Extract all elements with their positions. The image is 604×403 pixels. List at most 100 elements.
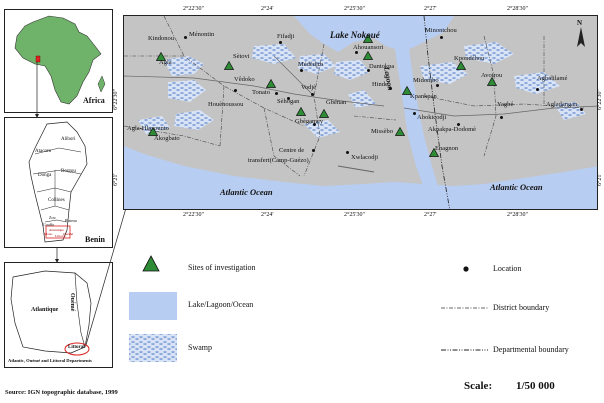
place-label: Kpondéhou	[454, 55, 485, 62]
ocean-label-east: Atlantic Ocean	[490, 182, 543, 192]
dept-atacora: Atacora	[35, 149, 51, 154]
dept-donga: Donga	[38, 173, 52, 178]
location-dot	[535, 87, 539, 91]
place-label: Ménontin	[189, 31, 215, 38]
place-label: Abokicodji	[417, 114, 447, 121]
top-coordinate-label: 2°25'30"	[344, 6, 365, 12]
place-label: Tonato	[252, 89, 270, 96]
place-label: Yagbé	[497, 101, 514, 108]
legend-lake-label: Lake/Lagoon/Ocean	[188, 300, 254, 309]
location-dot	[579, 107, 583, 111]
legend-swamp-label: Swamp	[188, 343, 212, 352]
bottom-coordinate-label: 2°24'	[261, 212, 274, 218]
site-marker	[319, 109, 329, 118]
scale-label: Scale:	[464, 380, 493, 392]
bottom-coordinate-label: 2°22'30"	[183, 212, 204, 218]
legend-district-label: District boundary	[493, 303, 550, 312]
site-marker	[266, 79, 276, 88]
place-label: Gbénan	[326, 99, 347, 106]
legend-site-symbol	[142, 255, 160, 272]
benin-label: Benin	[85, 235, 106, 244]
site-marker	[363, 51, 373, 60]
legend-location-label: Location	[493, 264, 522, 273]
legend-sites-label: Sites of investigation	[188, 263, 256, 272]
place-label: Missèbo	[371, 128, 394, 135]
location-dot	[345, 150, 349, 154]
left-coordinate-label: 6°21'	[113, 173, 119, 186]
dept-alibori: Alibori	[61, 137, 76, 142]
location-dot	[183, 35, 187, 39]
legend: Sites of investigation Lake/Lagoon/Ocean…	[123, 250, 598, 370]
place-label: Fifadji	[277, 33, 295, 40]
dept-collines: Collines	[48, 198, 65, 203]
location-dot	[233, 88, 237, 92]
place-label: Vodjè	[301, 84, 317, 91]
place-label: Minontchou	[425, 27, 457, 34]
place-label: Agla-Hlazounto	[127, 125, 169, 132]
location-dot	[310, 92, 314, 96]
dept-mono: Mono	[44, 232, 53, 236]
inset-littoral-label: Littoral	[68, 345, 85, 350]
place-label: Sètovi	[233, 53, 250, 60]
place-label: Akogbato	[154, 135, 180, 142]
location-dot	[311, 148, 315, 152]
place-label: Enagnon	[435, 145, 459, 152]
benin-inset: Alibori Atacora Borgou Donga Zou Colline…	[4, 117, 113, 248]
inset-oueme-label: Ouémé	[69, 293, 75, 312]
place-label: Agbalilamé	[537, 75, 568, 82]
bottom-coordinate-label: 2°27'	[424, 212, 437, 218]
main-map-frame: Ménontin Kindonou Fifadji Sètovi Agla Ahouans…	[123, 15, 598, 210]
dept-couffo: Couffo	[43, 222, 55, 227]
lake-nokoue-label: Lake Nokoué	[330, 30, 380, 40]
top-coordinate-label: 2°22'30"	[183, 6, 204, 12]
location-dot	[299, 68, 303, 72]
scale-value: 1/50 000	[516, 380, 555, 392]
right-coordinate-label: 6°21'	[597, 173, 603, 186]
legend-departmental-label: Departmental boundary	[493, 345, 569, 354]
location-dot	[274, 91, 278, 95]
top-coordinate-label: 2°27'	[424, 6, 437, 12]
africa-label: Africa	[83, 96, 105, 105]
department-map-shape	[10, 270, 92, 356]
site-marker	[395, 127, 405, 136]
place-label: Centre de	[279, 147, 305, 154]
africa-inset: Africa	[4, 9, 113, 113]
right-coordinate-label: 6°22'30"	[597, 89, 603, 110]
harbour-jetty	[337, 165, 375, 173]
legend-location-symbol	[463, 266, 469, 272]
department-inset: Atlantique Ouémé Littoral Atlantic, Ouém…	[4, 262, 113, 368]
location-dot	[499, 115, 503, 119]
dept-zou: Zou	[49, 215, 56, 220]
place-label: Houènoussou	[208, 101, 244, 108]
location-dot	[412, 111, 416, 115]
dept-plateau: Plateau	[65, 218, 77, 223]
dept-borgou: Borgou	[61, 169, 76, 174]
place-label: Agla	[159, 59, 172, 66]
site-marker	[456, 61, 466, 70]
left-coordinate-label: 6°22'30"	[113, 89, 119, 110]
ocean-label-west: Atlantic Ocean	[220, 187, 273, 197]
place-label: Midombo	[413, 77, 439, 84]
location-dot	[439, 35, 443, 39]
place-label: Kindonou	[148, 35, 174, 42]
location-dot	[278, 40, 282, 44]
top-coordinate-label: 2°28'30"	[507, 6, 528, 12]
place-label: Médédjro	[298, 61, 324, 68]
place-label: transfert(Camp-Guézo)	[248, 157, 309, 164]
site-marker	[296, 107, 306, 116]
north-arrow-icon	[577, 27, 585, 47]
place-label: Avotrou	[481, 72, 503, 79]
source-note: Source: IGN topographic database, 1999	[5, 389, 118, 396]
place-label: Kpankpan	[410, 93, 437, 100]
inset-caption: Atlantic, Ouémé and Littoral Departments	[8, 358, 92, 363]
legend-lake-swatch	[129, 292, 177, 320]
site-marker	[224, 61, 234, 70]
place-label: Agladangan	[546, 101, 578, 108]
inset-atlantique-label: Atlantique	[31, 307, 59, 313]
top-coordinate-label: 2°24'	[261, 6, 274, 12]
place-label: Vêdoko	[234, 76, 255, 83]
place-label: Xwlacodji	[351, 154, 379, 161]
bottom-coordinate-label: 2°25'30"	[344, 212, 365, 218]
swamp-areas	[138, 42, 586, 138]
place-label: Gbègamey	[295, 118, 324, 125]
